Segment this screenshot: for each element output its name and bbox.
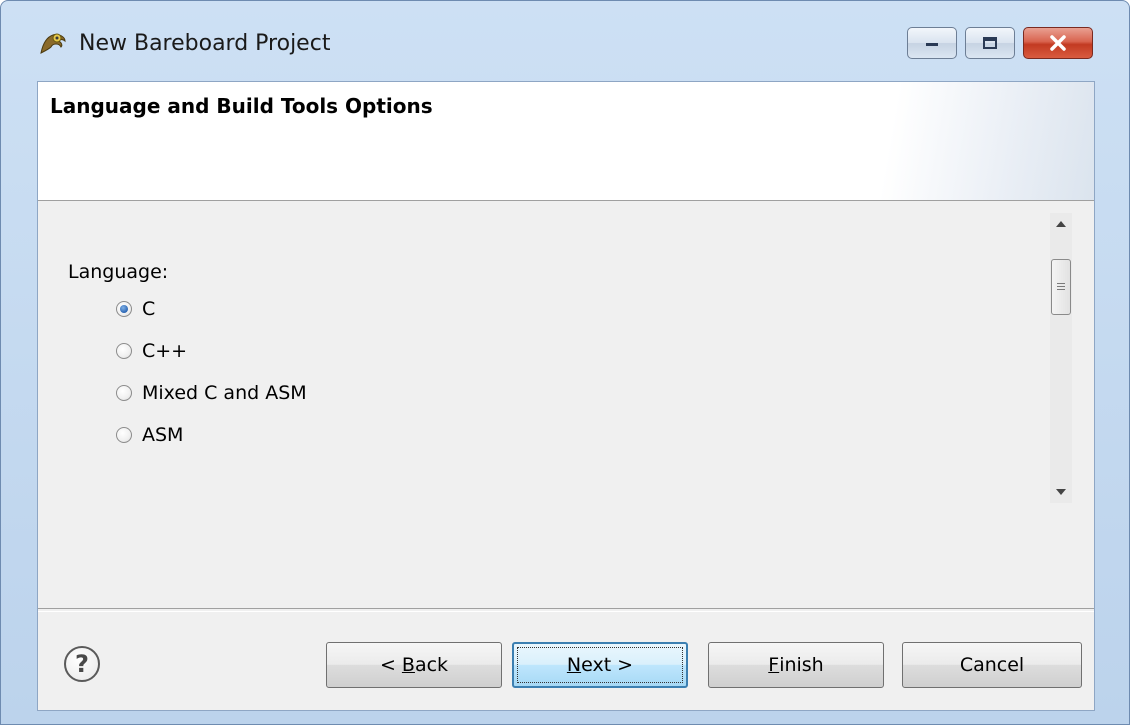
radio-option-cpp[interactable]: C++ xyxy=(116,337,187,365)
radio-label-asm: ASM xyxy=(142,424,184,446)
window-title: New Bareboard Project xyxy=(79,31,331,56)
scroll-up-button[interactable] xyxy=(1050,213,1072,235)
minimize-icon xyxy=(926,43,938,46)
back-button-mnemonic: B xyxy=(401,654,415,676)
back-button-label: ack xyxy=(414,654,449,676)
vertical-scrollbar[interactable] xyxy=(1050,213,1072,503)
page-title: Language and Build Tools Options xyxy=(50,94,433,118)
wizard-header: Language and Build Tools Options xyxy=(38,82,1094,201)
scroll-down-button[interactable] xyxy=(1050,481,1072,503)
dialog-client-area: Language and Build Tools Options Languag… xyxy=(37,81,1095,711)
maximize-button[interactable] xyxy=(965,27,1015,59)
focus-rectangle xyxy=(517,647,683,683)
scroll-up-icon xyxy=(1056,221,1066,227)
scroll-thumb[interactable] xyxy=(1051,259,1071,315)
close-icon xyxy=(1050,35,1066,51)
help-icon[interactable]: ? xyxy=(64,646,100,682)
radio-selected-dot xyxy=(120,305,128,313)
finish-button-mnemonic: F xyxy=(768,654,780,676)
options-panel: Language: C C++ Mixed C and ASM ASM xyxy=(38,201,1094,591)
radio-button-c[interactable] xyxy=(116,301,132,317)
dialog-window: New Bareboard Project Language and Build… xyxy=(0,0,1130,725)
close-button[interactable] xyxy=(1023,27,1093,59)
radio-button-asm[interactable] xyxy=(116,427,132,443)
footer-separator xyxy=(38,608,1094,612)
cancel-button[interactable]: Cancel xyxy=(902,642,1082,688)
minimize-button[interactable] xyxy=(907,27,957,59)
back-button[interactable]: < Back xyxy=(326,642,502,688)
radio-option-c[interactable]: C xyxy=(116,295,155,323)
scroll-down-icon xyxy=(1056,489,1066,495)
cancel-button-label: Cancel xyxy=(959,654,1025,676)
maximize-icon xyxy=(983,37,997,49)
finish-button[interactable]: Finish xyxy=(708,642,884,688)
grip-icon xyxy=(1057,283,1065,291)
finish-button-label: inish xyxy=(779,654,824,676)
back-button-prefix: < xyxy=(379,654,402,676)
app-icon xyxy=(40,33,66,54)
window-controls xyxy=(907,27,1093,59)
language-label: Language: xyxy=(68,261,169,283)
next-button[interactable]: Next > xyxy=(512,642,688,688)
radio-option-asm[interactable]: ASM xyxy=(116,421,183,449)
title-bar[interactable]: New Bareboard Project xyxy=(1,1,1129,81)
radio-option-mixed[interactable]: Mixed C and ASM xyxy=(116,379,307,407)
radio-button-cpp[interactable] xyxy=(116,343,132,359)
help-glyph: ? xyxy=(75,650,89,678)
radio-button-mixed[interactable] xyxy=(116,385,132,401)
radio-label-mixed: Mixed C and ASM xyxy=(142,382,307,404)
radio-label-cpp: C++ xyxy=(142,340,188,362)
radio-label-c: C xyxy=(142,298,156,320)
